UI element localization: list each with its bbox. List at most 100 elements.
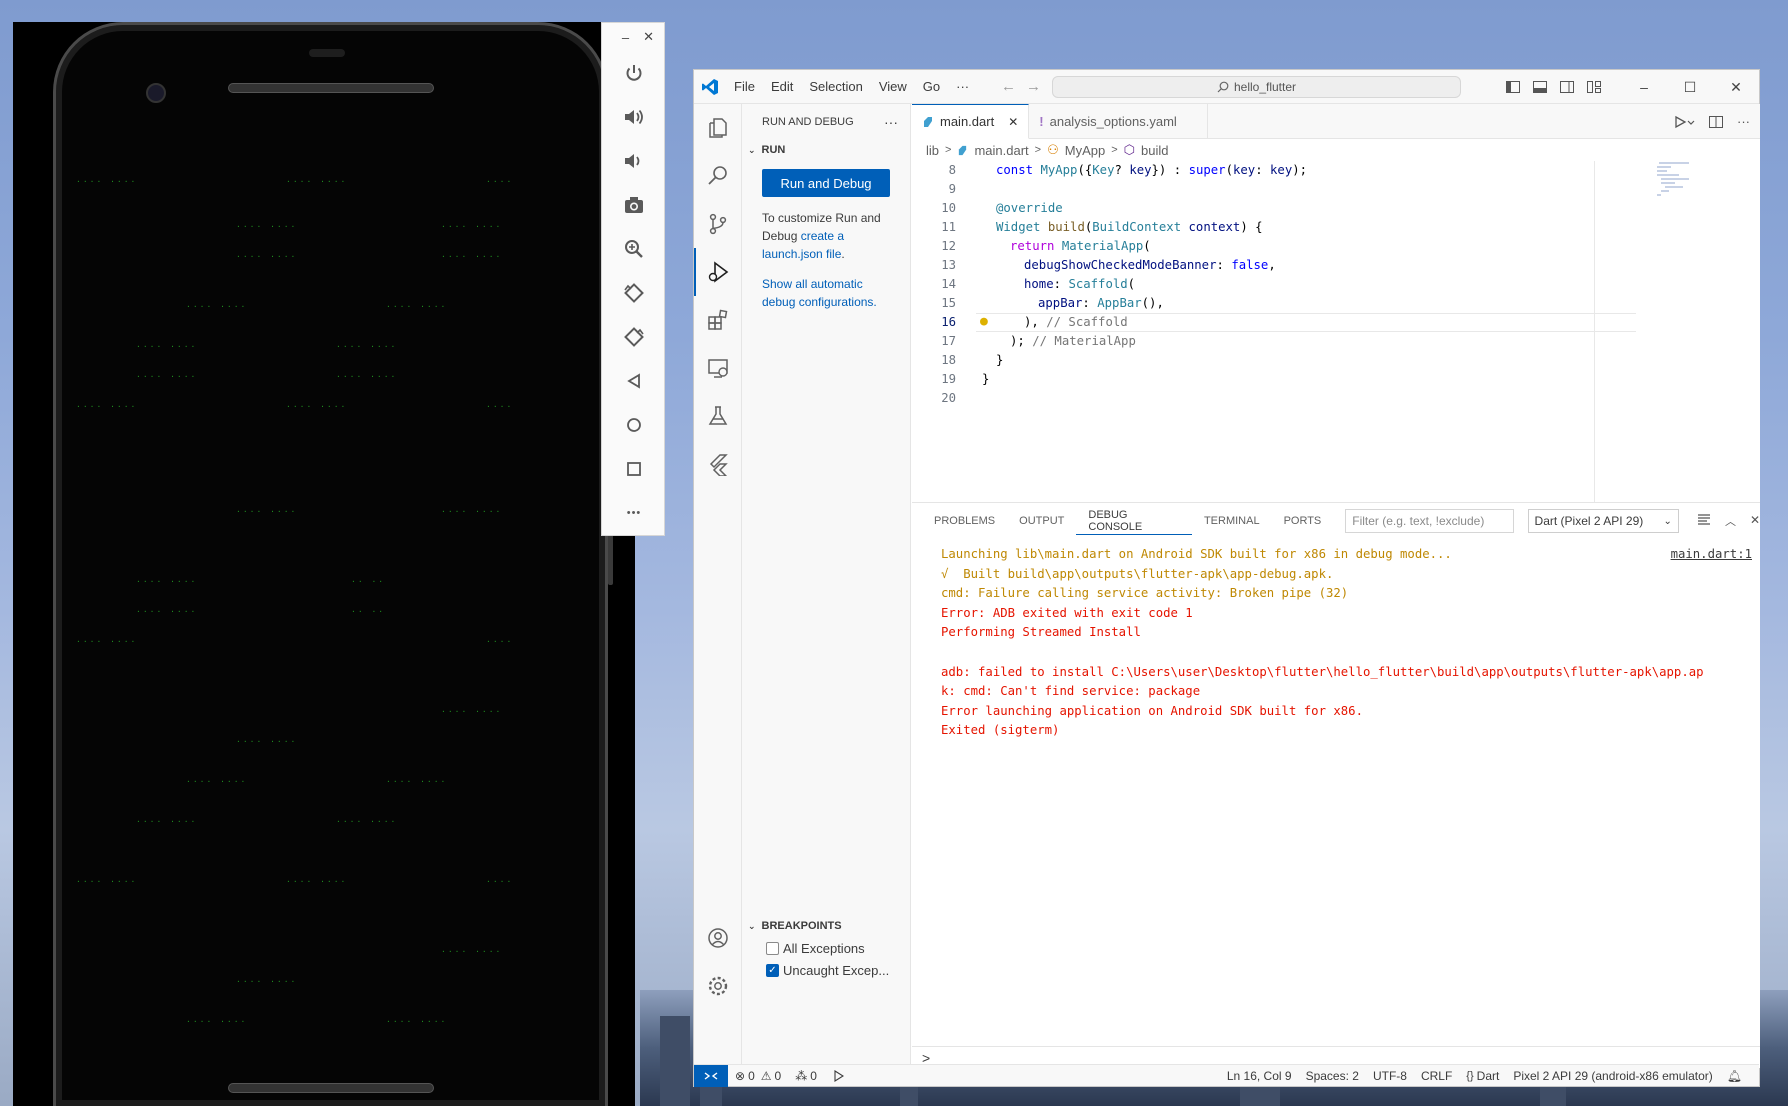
tab-main-dart[interactable]: main.dart ✕ [912, 104, 1030, 139]
breakpoint-uncaught-exceptions[interactable]: ✓ Uncaught Excep... [742, 959, 911, 981]
settings-gear-icon[interactable] [694, 962, 742, 1010]
class-icon: ⚇ [1047, 142, 1059, 157]
code-line: home: Scaffold( [1024, 277, 1136, 291]
checkbox[interactable] [766, 941, 779, 955]
device-selector[interactable]: Pixel 2 API 29 (android-x86 emulator) [1506, 1069, 1719, 1083]
line-endings[interactable]: CRLF [1414, 1069, 1459, 1083]
rotate-right-button[interactable] [602, 315, 666, 359]
console-line: Exited (sigterm) [941, 723, 1060, 738]
breadcrumb-main-dart[interactable]: main.dart [974, 143, 1028, 158]
close-panel-icon[interactable]: ✕ [1750, 513, 1760, 529]
chevron-down-icon: ⌄ [748, 144, 756, 155]
sidebar-title: RUN AND DEBUG [762, 115, 854, 128]
flutter-icon[interactable] [694, 440, 742, 488]
accounts-icon[interactable] [694, 914, 742, 962]
editor-more-icon[interactable]: ··· [1737, 114, 1750, 129]
problems-status[interactable]: ⊗ 0 ⚠ 0 [728, 1069, 788, 1083]
emulator-close-button[interactable]: ✕ [643, 29, 654, 45]
tab-ports[interactable]: PORTS [1272, 503, 1334, 539]
volume-down-button[interactable] [602, 139, 666, 183]
breakpoint-all-exceptions[interactable]: All Exceptions [742, 937, 911, 959]
testing-icon[interactable] [694, 392, 742, 440]
code-line: const MyApp({Key? key}) : super(key: key… [996, 163, 1308, 177]
earpiece-speaker [228, 83, 434, 93]
menu-more[interactable]: ··· [948, 79, 977, 94]
show-automatic-configs-link[interactable]: Show all automatic debug configurations [762, 277, 873, 309]
menu-go[interactable]: Go [915, 79, 948, 94]
run-and-debug-icon[interactable] [694, 248, 742, 296]
debug-console-output[interactable]: main.dart:1 Launching lib\main.dart on A… [912, 545, 1760, 1025]
language-mode[interactable]: {} Dart [1459, 1069, 1506, 1083]
tab-debug-console[interactable]: DEBUG CONSOLE [1076, 507, 1192, 535]
close-window-button[interactable]: ✕ [1713, 79, 1759, 96]
emulator-minimize-button[interactable]: – [622, 30, 629, 45]
source-link[interactable]: main.dart:1 [1671, 545, 1752, 565]
toggle-secondary-sidebar-icon[interactable] [1553, 81, 1580, 93]
source-control-icon[interactable] [694, 200, 742, 248]
menu-view[interactable]: View [871, 79, 915, 94]
console-filter-input[interactable]: Filter (e.g. text, !exclude) [1345, 509, 1514, 533]
code-line: } [996, 353, 1004, 367]
power-button[interactable] [602, 51, 666, 95]
ports-status[interactable]: ⁂ 0 [788, 1069, 824, 1083]
menu-file[interactable]: File [726, 79, 763, 94]
screenshot-button[interactable] [602, 183, 666, 227]
console-line: Performing Streamed Install [941, 625, 1141, 640]
breadcrumb-myapp[interactable]: MyApp [1065, 143, 1105, 158]
rotate-left-button[interactable] [602, 271, 666, 315]
breadcrumb-lib[interactable]: lib [926, 143, 939, 158]
breadcrumb: lib > main.dart > ⚇ MyApp > ⬡ build [926, 142, 1169, 158]
phone-screen[interactable]: .... .... .... .... .... .... .... .... … [66, 125, 594, 1085]
search-view-icon[interactable] [694, 152, 742, 200]
extensions-icon[interactable] [694, 296, 742, 344]
debug-launch-status[interactable] [824, 1069, 851, 1082]
maximize-button[interactable]: ☐ [1667, 79, 1713, 96]
more-icon: ••• [626, 507, 642, 519]
split-editor-icon[interactable] [1709, 115, 1723, 128]
maximize-panel-icon[interactable]: ︿ [1725, 513, 1736, 529]
clear-console-icon[interactable] [1697, 513, 1711, 529]
menu-edit[interactable]: Edit [763, 79, 801, 94]
toggle-primary-sidebar-icon[interactable] [1499, 81, 1526, 93]
toggle-panel-icon[interactable] [1526, 81, 1553, 93]
remote-indicator-icon[interactable] [694, 1064, 728, 1087]
tab-output[interactable]: OUTPUT [1007, 503, 1076, 539]
remote-explorer-icon[interactable] [694, 344, 742, 392]
breakpoints-header[interactable]: ⌄ BREAKPOINTS [742, 915, 911, 937]
breadcrumb-build[interactable]: build [1141, 143, 1168, 158]
explorer-icon[interactable] [694, 104, 742, 152]
more-button[interactable]: ••• [602, 491, 666, 535]
cursor-position[interactable]: Ln 16, Col 9 [1220, 1069, 1299, 1083]
minimap[interactable] [1594, 161, 1760, 502]
launch-config-select[interactable]: Dart (Pixel 2 API 29) ⌄ [1527, 509, 1679, 533]
yaml-file-icon: ! [1039, 114, 1044, 129]
close-tab-icon[interactable]: ✕ [1008, 115, 1018, 129]
volume-up-button[interactable] [602, 95, 666, 139]
back-button[interactable] [602, 359, 666, 403]
menu-bar: File Edit Selection View Go ··· [726, 79, 977, 94]
sidebar-more-icon[interactable]: ··· [884, 114, 898, 130]
lightbulb-icon[interactable]: ● [980, 312, 988, 331]
command-center-search[interactable]: hello_flutter [1052, 76, 1461, 98]
back-arrow-icon[interactable]: ← [1001, 78, 1016, 95]
run-debug-dropdown-icon[interactable] [1673, 115, 1695, 129]
checkbox-checked[interactable]: ✓ [766, 963, 779, 977]
console-line: Launching lib\main.dart on Android SDK b… [941, 547, 1452, 561]
bottom-panel: PROBLEMS OUTPUT DEBUG CONSOLE TERMINAL P… [912, 502, 1760, 1068]
run-section-header[interactable]: ⌄ RUN [742, 139, 910, 161]
tab-analysis-options[interactable]: ! analysis_options.yaml [1029, 104, 1208, 139]
zoom-button[interactable] [602, 227, 666, 271]
phone-frame: .... .... .... .... .... .... .... .... … [53, 22, 613, 1106]
customize-layout-icon[interactable] [1580, 81, 1607, 93]
forward-arrow-icon[interactable]: → [1026, 78, 1041, 95]
tab-terminal[interactable]: TERMINAL [1192, 503, 1272, 539]
home-button[interactable] [602, 403, 666, 447]
overview-button[interactable] [602, 447, 666, 491]
tab-problems[interactable]: PROBLEMS [922, 503, 1007, 539]
notifications-bell-icon[interactable]: 🔔︎ [1720, 1069, 1749, 1083]
run-and-debug-button[interactable]: Run and Debug [762, 169, 890, 197]
encoding[interactable]: UTF-8 [1366, 1069, 1414, 1083]
menu-selection[interactable]: Selection [801, 79, 870, 94]
minimize-button[interactable]: – [1621, 79, 1667, 95]
indentation[interactable]: Spaces: 2 [1299, 1069, 1366, 1083]
